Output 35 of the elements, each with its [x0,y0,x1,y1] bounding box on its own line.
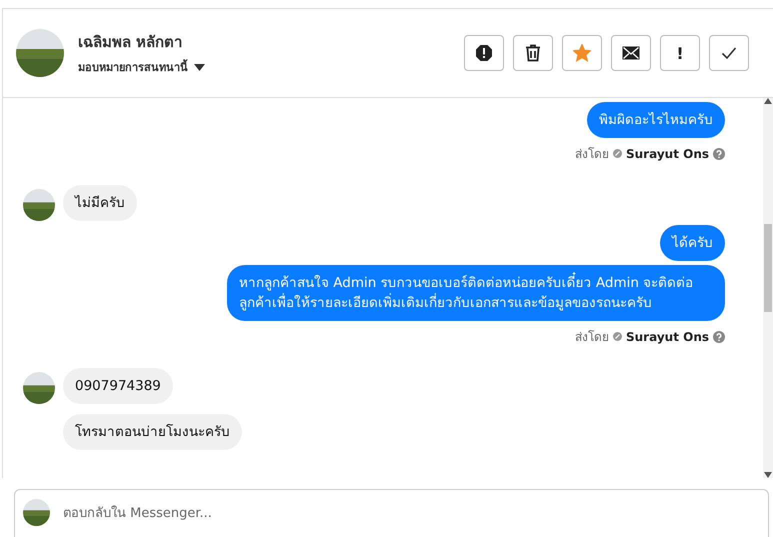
sent-by-label: ส่งโดย [575,329,609,346]
star-button[interactable] [562,35,602,71]
mail-button[interactable] [611,35,651,71]
incoming-message: 0907974389 [63,368,173,404]
mail-icon [622,46,640,60]
outgoing-message: หากลูกค้าสนใจ Admin รบกวนขอเบอร์ติดต่อหน่อยครับเดี๋ยว Admin จะติดต่อลูกค้าเพื่อให้รายละเอียดเพิ่มเติมเกี่ยวกับเอกสารและข้อมูลของรถนะครับ [227,265,725,321]
contact-name: เฉลิมพล หลักตา [78,32,184,53]
scrollbar-thumb[interactable] [764,224,772,312]
profile-avatar [16,29,64,77]
sender-avatar [23,189,55,221]
star-icon [573,44,591,62]
delete-button[interactable] [513,35,553,71]
mark-button[interactable]: ! [660,35,700,71]
outgoing-message: พิมผิดอะไรไหมครับ [587,102,725,138]
status-icon [613,149,622,158]
scroll-up-icon[interactable] [764,98,772,104]
sender-avatar [23,372,55,404]
sender-name[interactable]: Surayut Ons [626,146,709,160]
help-icon[interactable] [713,148,725,160]
assign-label[interactable]: มอบหมายการสนทนานี้ [78,58,188,76]
outgoing-message: ได้ครับ [660,225,725,261]
incoming-message: โทรมาตอนบ่ายโมงนะครับ [63,414,242,450]
help-icon[interactable] [713,330,725,342]
caret-icon[interactable] [194,64,205,70]
incoming-message: ไม่มีครับ [63,185,137,221]
alert-icon [475,44,493,62]
status-icon [613,332,622,341]
scroll-down-icon[interactable] [764,472,772,478]
done-button[interactable] [709,35,749,71]
sent-by-label: ส่งโดย [575,146,609,163]
user-avatar [23,499,50,526]
trash-icon [525,44,541,62]
sender-name[interactable]: Surayut Ons [626,330,709,344]
report-button[interactable] [464,35,504,71]
check-icon [721,46,737,60]
